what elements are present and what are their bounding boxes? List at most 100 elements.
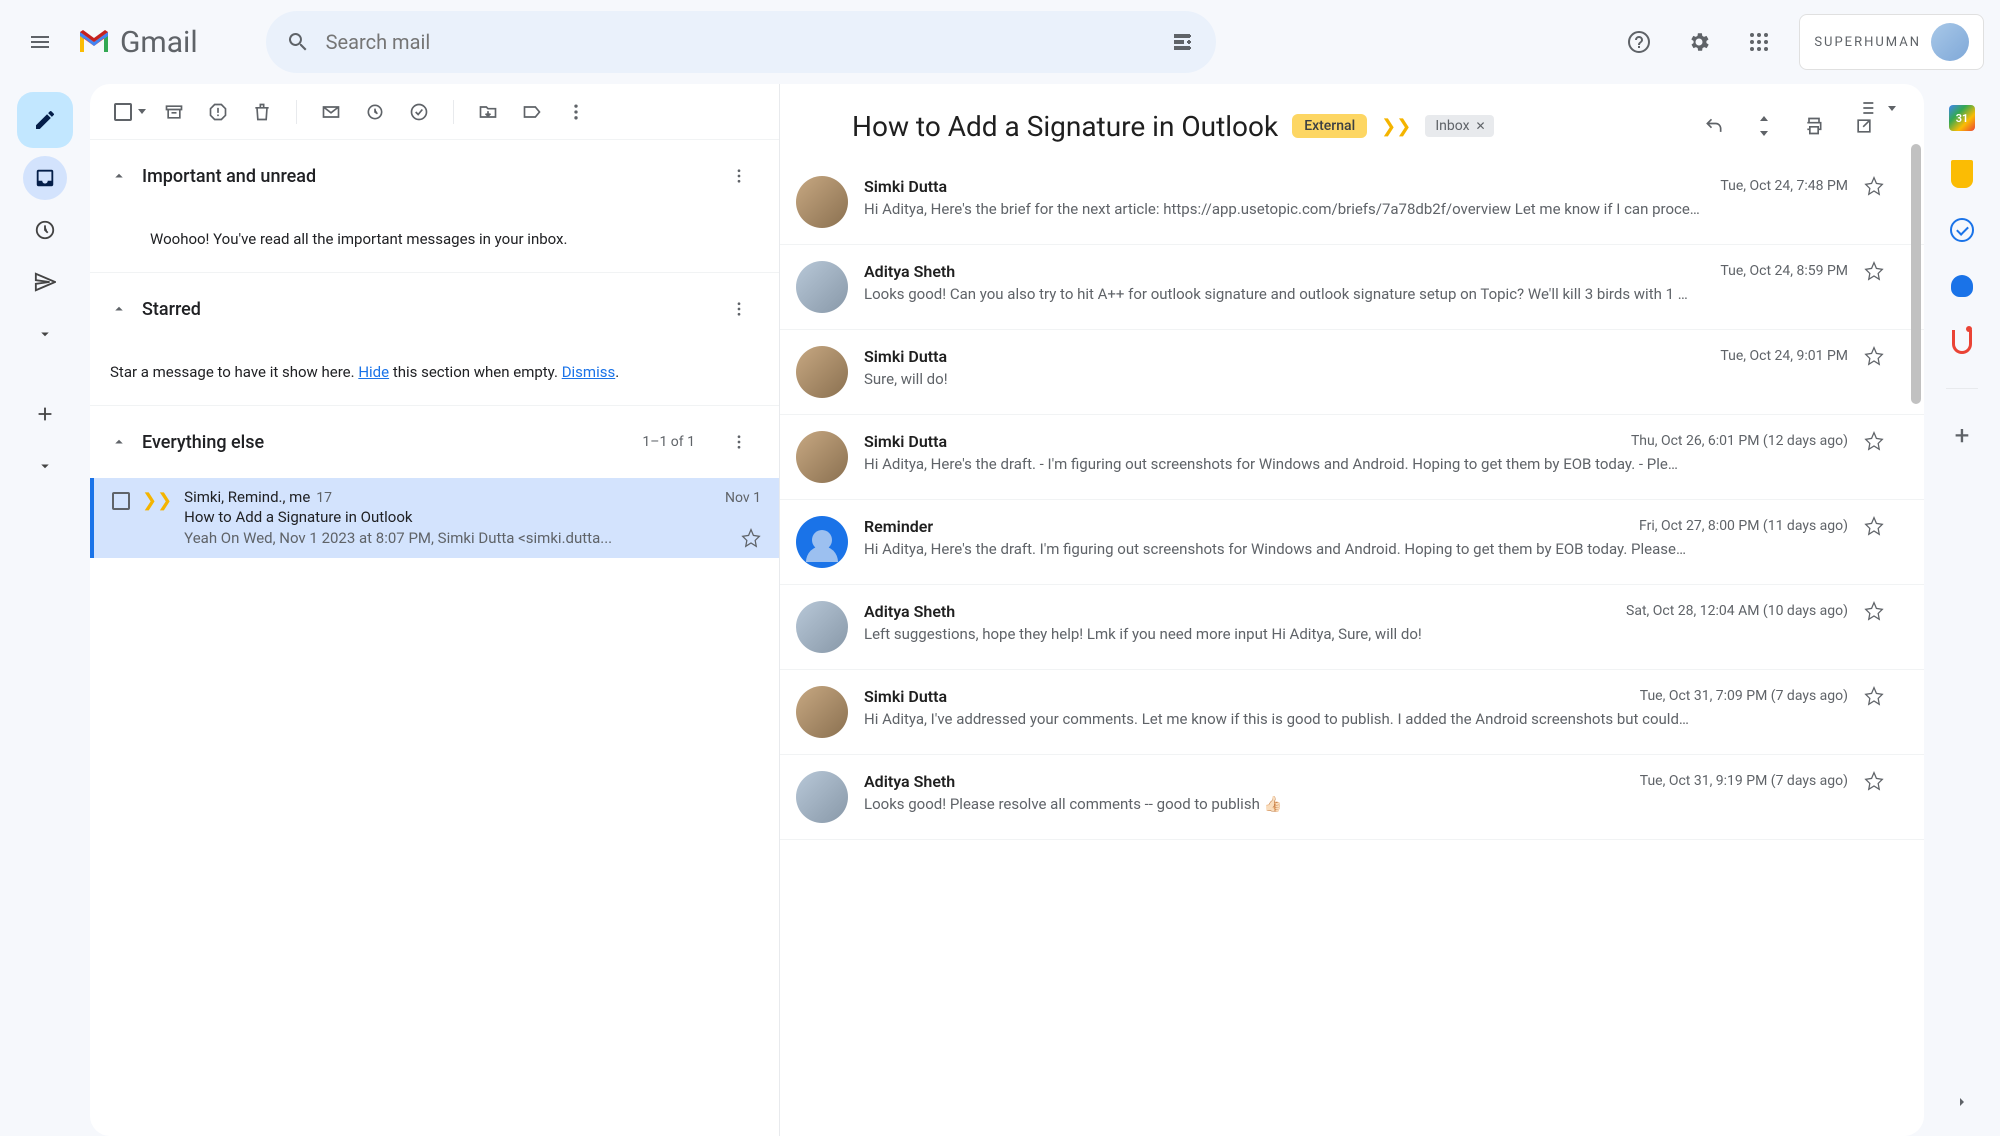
message-snippet: Hi Aditya, Here's the draft. - I'm figur… [864, 455, 1884, 473]
thread-message[interactable]: Reminder Fri, Oct 27, 8:00 PM (11 days a… [780, 500, 1924, 585]
collapse-icon [110, 433, 128, 451]
mark-unread-button[interactable] [311, 92, 351, 132]
sender-avatar[interactable] [796, 686, 848, 738]
thread-message[interactable]: Simki Dutta Thu, Oct 26, 6:01 PM (12 day… [780, 415, 1924, 500]
row-count: 17 [316, 490, 332, 506]
nav-more[interactable] [23, 312, 67, 356]
row-checkbox[interactable] [112, 492, 130, 510]
inbox-label[interactable]: Inbox✕ [1425, 115, 1493, 137]
section-important-header[interactable]: Important and unread [90, 140, 779, 212]
message-snippet: Sure, will do! [864, 370, 1884, 388]
display-density-toggle[interactable] [1860, 98, 1896, 118]
sender-avatar[interactable] [796, 261, 848, 313]
section-important: Important and unread Woohoo! You've read… [90, 140, 779, 273]
importance-marker-icon[interactable]: ❯❯ [1381, 116, 1411, 137]
remove-label-icon[interactable]: ✕ [1476, 119, 1486, 133]
star-icon[interactable] [1864, 686, 1884, 706]
thread-message[interactable]: Simki Dutta Tue, Oct 31, 7:09 PM (7 days… [780, 670, 1924, 755]
message-date: Thu, Oct 26, 6:01 PM (12 days ago) [1631, 433, 1848, 449]
sender-name: Aditya Sheth [864, 772, 955, 791]
addon-icon[interactable] [1948, 328, 1976, 356]
side-panel-toggle[interactable] [1948, 1088, 1976, 1116]
delete-button[interactable] [242, 92, 282, 132]
row-date: Nov 1 [725, 490, 761, 506]
snooze-button[interactable] [355, 92, 395, 132]
nav-sent[interactable] [23, 260, 67, 304]
search-input[interactable] [326, 30, 1156, 54]
star-icon[interactable] [1864, 176, 1884, 196]
nav-add-label[interactable] [23, 392, 67, 436]
message-row[interactable]: ❯❯ Simki, Remind., me 17 Nov 1 How to Ad… [90, 478, 779, 558]
section-everything-menu[interactable] [719, 422, 759, 462]
get-addons-button[interactable]: + [1955, 421, 1970, 451]
collapse-icon [110, 300, 128, 318]
section-everything-title: Everything else [142, 432, 628, 453]
gmail-logo[interactable]: Gmail [76, 25, 198, 60]
sender-name: Simki Dutta [864, 177, 947, 196]
thread-message[interactable]: Aditya Sheth Tue, Oct 24, 8:59 PM Looks … [780, 245, 1924, 330]
message-snippet: Looks good! Can you also try to hit A++ … [864, 285, 1884, 303]
thread-message[interactable]: Simki Dutta Tue, Oct 24, 9:01 PM Sure, w… [780, 330, 1924, 415]
superhuman-badge[interactable]: SUPERHUMAN [1799, 14, 1984, 70]
apps-icon[interactable] [1739, 22, 1779, 62]
star-icon[interactable] [741, 528, 761, 548]
star-icon[interactable] [1864, 771, 1884, 791]
thread-message-list[interactable]: Simki Dutta Tue, Oct 24, 7:48 PM Hi Adit… [780, 160, 1924, 1136]
hide-link[interactable]: Hide [358, 363, 389, 381]
contacts-icon[interactable] [1948, 272, 1976, 300]
sender-avatar[interactable] [796, 771, 848, 823]
section-everything-header[interactable]: Everything else 1–1 of 1 [90, 406, 779, 478]
sender-avatar[interactable] [796, 431, 848, 483]
print-icon[interactable] [1794, 106, 1834, 146]
message-date: Fri, Oct 27, 8:00 PM (11 days ago) [1639, 518, 1848, 534]
section-everything-count: 1–1 of 1 [642, 434, 695, 450]
tasks-icon[interactable] [1948, 216, 1976, 244]
sender-avatar[interactable] [796, 516, 848, 568]
star-icon[interactable] [1864, 431, 1884, 451]
sender-avatar[interactable] [796, 176, 848, 228]
section-important-menu[interactable] [719, 156, 759, 196]
nav-inbox[interactable] [23, 156, 67, 200]
search-bar[interactable] [266, 11, 1216, 73]
gmail-logo-text: Gmail [120, 25, 198, 60]
star-icon[interactable] [1864, 261, 1884, 281]
sender-avatar[interactable] [796, 601, 848, 653]
star-icon[interactable] [1864, 346, 1884, 366]
settings-icon[interactable] [1679, 22, 1719, 62]
message-snippet: Hi Aditya, Here's the draft. I'm figurin… [864, 540, 1884, 558]
section-starred-header[interactable]: Starred [90, 273, 779, 345]
calendar-icon[interactable]: 31 [1948, 104, 1976, 132]
main-menu-button[interactable] [16, 18, 64, 66]
star-icon[interactable] [1864, 601, 1884, 621]
scrollbar[interactable] [1911, 144, 1921, 644]
importance-marker-icon[interactable]: ❯❯ [142, 488, 172, 548]
report-spam-button[interactable] [198, 92, 238, 132]
move-to-button[interactable] [468, 92, 508, 132]
account-avatar[interactable] [1931, 23, 1969, 61]
thread-message[interactable]: Simki Dutta Tue, Oct 24, 7:48 PM Hi Adit… [780, 160, 1924, 245]
message-date: Tue, Oct 24, 8:59 PM [1720, 263, 1848, 279]
dismiss-link[interactable]: Dismiss [562, 363, 616, 381]
search-options-icon[interactable] [1172, 30, 1196, 54]
header: Gmail SUPERHUMAN [0, 0, 2000, 84]
thread-message[interactable]: Aditya Sheth Sat, Oct 28, 12:04 AM (10 d… [780, 585, 1924, 670]
add-to-tasks-button[interactable] [399, 92, 439, 132]
row-subject: How to Add a Signature in Outlook [184, 508, 761, 526]
select-all-checkbox[interactable] [110, 92, 150, 132]
nav-snoozed[interactable] [23, 208, 67, 252]
keep-icon[interactable] [1948, 160, 1976, 188]
more-actions-button[interactable] [556, 92, 596, 132]
reply-icon[interactable] [1694, 106, 1734, 146]
archive-button[interactable] [154, 92, 194, 132]
expand-collapse-icon[interactable] [1744, 106, 1784, 146]
section-starred-menu[interactable] [719, 289, 759, 329]
sender-name: Aditya Sheth [864, 602, 955, 621]
thread-message[interactable]: Aditya Sheth Tue, Oct 31, 9:19 PM (7 day… [780, 755, 1924, 840]
labels-button[interactable] [512, 92, 552, 132]
nav-collapse[interactable] [23, 444, 67, 488]
compose-button[interactable] [17, 92, 73, 148]
section-starred-body: Star a message to have it show here. Hid… [90, 345, 779, 405]
star-icon[interactable] [1864, 516, 1884, 536]
help-icon[interactable] [1619, 22, 1659, 62]
sender-avatar[interactable] [796, 346, 848, 398]
